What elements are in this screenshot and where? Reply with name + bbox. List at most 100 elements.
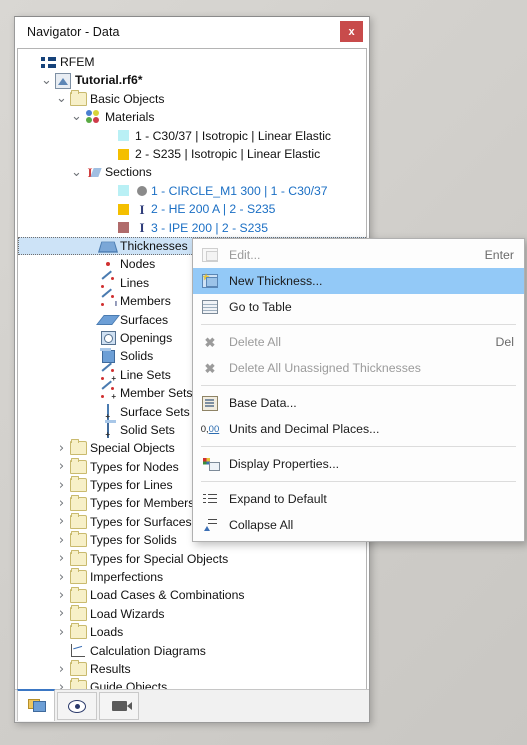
chevron-right-icon[interactable]: › bbox=[54, 515, 69, 528]
chevron-right-icon[interactable]: › bbox=[54, 571, 69, 584]
chevron-right-icon[interactable]: › bbox=[54, 681, 69, 689]
tree-item[interactable]: ⌄ Materials bbox=[18, 108, 366, 126]
tree-item-label: Load Cases & Combinations bbox=[90, 588, 245, 603]
menu-item[interactable]: Display Properties... bbox=[193, 451, 524, 477]
tree-item[interactable]: ⌄ Basic Objects bbox=[18, 89, 366, 108]
chevron-down-icon[interactable]: ⌄ bbox=[39, 74, 54, 87]
tree-item-label: 2 - HE 200 A | 2 - S235 bbox=[151, 202, 276, 217]
menu-item[interactable]: Collapse All bbox=[193, 512, 524, 538]
menu-item-label: Delete All Unassigned Thicknesses bbox=[229, 361, 421, 375]
chevron-right-icon[interactable]: › bbox=[54, 534, 69, 547]
menu-item[interactable]: Expand to Default bbox=[193, 486, 524, 512]
folder-icon bbox=[69, 531, 87, 548]
context-menu[interactable]: Edit... Enter ★ New Thickness... Go to Table… bbox=[192, 238, 525, 542]
chevron-placeholder bbox=[84, 278, 99, 288]
chevron-right-icon[interactable]: › bbox=[54, 460, 69, 473]
chevron-placeholder bbox=[84, 241, 99, 251]
chevron-right-icon[interactable]: › bbox=[54, 663, 69, 676]
chevron-right-icon[interactable]: › bbox=[54, 607, 69, 620]
section-circle-icon bbox=[114, 183, 132, 199]
tree-item-label: Imperfections bbox=[90, 570, 164, 585]
chevron-right-icon[interactable]: › bbox=[54, 479, 69, 492]
tree-item[interactable]: I 3 - IPE 200 | 2 - S235 bbox=[18, 219, 366, 237]
tree-item-label: Tutorial.rf6* bbox=[75, 73, 143, 88]
tree-item[interactable]: › Types for Special Objects bbox=[18, 549, 366, 568]
tree-item[interactable]: RFEM bbox=[18, 53, 366, 71]
camera-icon bbox=[111, 701, 132, 711]
menu-separator bbox=[201, 324, 516, 325]
base-data-icon bbox=[199, 394, 221, 412]
tree-item[interactable]: › Load Cases & Combinations bbox=[18, 586, 366, 604]
tree-item[interactable]: › Loads bbox=[18, 623, 366, 641]
chevron-down-icon[interactable]: ⌄ bbox=[69, 166, 84, 179]
tree-item-label: Guide Objects bbox=[90, 680, 168, 689]
units-icon: 0,00 bbox=[200, 423, 220, 435]
menu-item: ✖ Delete All Del bbox=[193, 329, 524, 355]
close-icon[interactable]: x bbox=[340, 21, 363, 42]
chevron-placeholder bbox=[54, 646, 69, 656]
tree-item-label: Openings bbox=[120, 330, 173, 345]
chevron-down-icon[interactable]: ⌄ bbox=[69, 110, 84, 123]
rfem-flag-icon bbox=[39, 54, 57, 70]
tree-item-label: Sections bbox=[105, 165, 152, 180]
chevron-placeholder bbox=[84, 388, 99, 398]
tree-item[interactable]: Calculation Diagrams bbox=[18, 642, 366, 660]
surface-set-icon: + bbox=[99, 403, 117, 420]
ibeam-profile-icon: I bbox=[139, 201, 145, 217]
tree-item[interactable]: 1 - CIRCLE_M1 300 | 1 - C30/37 bbox=[18, 182, 366, 200]
delete-icon: ✖ bbox=[204, 360, 216, 376]
folder-icon bbox=[69, 660, 87, 677]
folder-icon bbox=[69, 604, 87, 622]
menu-item-shortcut: Enter bbox=[484, 248, 514, 262]
solid-icon bbox=[99, 347, 117, 364]
tree-item-label: Types for Surfaces bbox=[90, 514, 192, 529]
chevron-right-icon[interactable]: › bbox=[54, 589, 69, 602]
menu-item-shortcut: Del bbox=[495, 335, 514, 349]
folder-icon bbox=[69, 549, 87, 567]
menu-separator bbox=[201, 481, 516, 482]
chevron-right-icon[interactable]: › bbox=[54, 497, 69, 510]
menu-item[interactable]: Base Data... bbox=[193, 390, 524, 416]
menu-item-label: Expand to Default bbox=[229, 492, 327, 506]
line-set-icon: + bbox=[99, 367, 117, 383]
tree-item-label: 3 - IPE 200 | 2 - S235 bbox=[151, 220, 268, 235]
tree-item[interactable]: › Results bbox=[18, 660, 366, 678]
chevron-right-icon[interactable]: › bbox=[54, 442, 69, 455]
tree-item[interactable]: ⌄ Sections bbox=[18, 163, 366, 181]
chevron-placeholder bbox=[84, 407, 99, 417]
tree-item-label: Load Wizards bbox=[90, 606, 165, 621]
chevron-placeholder bbox=[99, 149, 114, 159]
tree-item[interactable]: › Imperfections bbox=[18, 568, 366, 586]
menu-item-label: Collapse All bbox=[229, 518, 294, 532]
window-titlebar: Navigator - Data x bbox=[15, 17, 369, 48]
tree-item[interactable]: › Guide Objects bbox=[18, 678, 366, 689]
chevron-right-icon[interactable]: › bbox=[54, 626, 69, 639]
tree-item-label: Special Objects bbox=[90, 441, 175, 456]
tree-item[interactable]: ⌄ Tutorial.rf6* bbox=[18, 71, 366, 89]
folder-icon bbox=[69, 457, 87, 475]
camera-button[interactable] bbox=[99, 692, 139, 720]
navigator-data-tab-icon[interactable] bbox=[17, 688, 55, 721]
menu-item[interactable]: ★ New Thickness... bbox=[193, 268, 524, 294]
tree-item[interactable]: › Load Wizards bbox=[18, 604, 366, 623]
menu-item-label: Units and Decimal Places... bbox=[229, 422, 380, 436]
menu-item-label: Edit... bbox=[229, 248, 261, 262]
menu-item: Edit... Enter bbox=[193, 242, 524, 268]
folder-icon bbox=[69, 678, 87, 689]
tree-item-label: Types for Members bbox=[90, 496, 195, 511]
menu-item[interactable]: Go to Table bbox=[193, 294, 524, 320]
window-title: Navigator - Data bbox=[27, 25, 120, 39]
tree-item[interactable]: I 2 - HE 200 A | 2 - S235 bbox=[18, 200, 366, 218]
tree-item[interactable]: 1 - C30/37 | Isotropic | Linear Elastic bbox=[18, 127, 366, 145]
chevron-down-icon[interactable]: ⌄ bbox=[54, 92, 69, 105]
display-properties-icon bbox=[199, 455, 221, 473]
chevron-right-icon[interactable]: › bbox=[54, 552, 69, 565]
visibility-eye-button[interactable] bbox=[57, 692, 97, 720]
node-icon bbox=[99, 256, 117, 272]
folder-icon bbox=[69, 623, 87, 640]
section-ibeam-icon bbox=[114, 201, 132, 217]
tree-item[interactable]: 2 - S235 | Isotropic | Linear Elastic bbox=[18, 145, 366, 163]
tree-item-label: Basic Objects bbox=[90, 91, 165, 106]
folder-icon bbox=[69, 568, 87, 585]
menu-item[interactable]: 0,00 Units and Decimal Places... bbox=[193, 416, 524, 442]
